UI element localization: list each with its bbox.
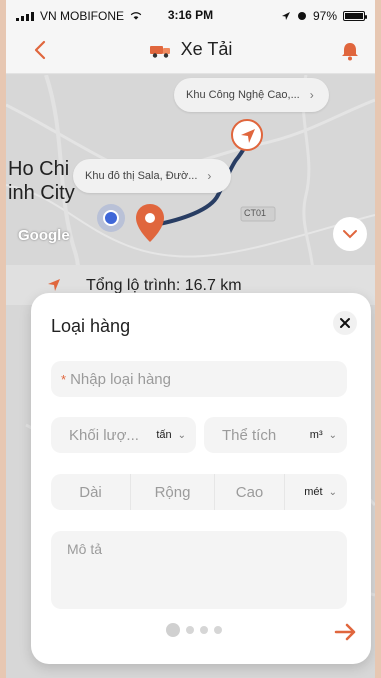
- road-label: CT01: [244, 208, 267, 218]
- next-button[interactable]: [333, 619, 359, 645]
- chevron-down-icon: ⌄: [328, 486, 337, 498]
- pagination-dots: [166, 623, 222, 637]
- length-input[interactable]: Dài: [51, 474, 131, 510]
- header: Xe Tải: [6, 28, 375, 74]
- status-right: 97%: [281, 9, 367, 23]
- dimensions-row: Dài Rộng Cao mét ⌄: [51, 474, 347, 510]
- chevron-right-icon: ›: [309, 88, 314, 102]
- height-placeholder: Cao: [235, 483, 264, 501]
- chevron-down-icon: [343, 230, 357, 239]
- width-placeholder: Rộng: [154, 483, 191, 501]
- chevron-down-icon: ⌄: [177, 429, 186, 441]
- pagination-dot: [200, 626, 208, 634]
- weight-placeholder: Khối lượ...: [69, 426, 139, 444]
- map-city-line-2: inh City: [8, 182, 75, 204]
- weight-unit-select[interactable]: tấn ⌄: [156, 429, 186, 441]
- battery-icon: [343, 11, 367, 21]
- truck-icon: [149, 45, 170, 58]
- google-logo: Google: [18, 227, 70, 244]
- cargo-type-input[interactable]: * Nhập loại hàng: [51, 361, 347, 397]
- pagination-dot: [186, 626, 194, 634]
- volume-input[interactable]: Thể tích m³ ⌄: [204, 417, 347, 453]
- volume-unit-label: m³: [309, 429, 323, 441]
- weight-unit-label: tấn: [156, 429, 172, 441]
- phone-screen: VN MOBIFONE 3:16 PM 97% Xe Tải Khu Công …: [6, 0, 375, 678]
- cargo-type-modal: Loại hàng * Nhập loại hàng Khối lượ... t…: [31, 293, 371, 664]
- navigation-arrow-icon: [241, 129, 255, 143]
- origin-callout-text: Khu đô thị Sala, Đườ...: [85, 170, 198, 182]
- location-icon: [281, 12, 290, 20]
- alarm-icon: [297, 12, 306, 20]
- chevron-right-icon: ›: [207, 169, 212, 183]
- destination-callout[interactable]: Khu Công Nghệ Cao,... ›: [174, 78, 329, 112]
- close-button[interactable]: [333, 311, 357, 335]
- length-placeholder: Dài: [79, 483, 102, 501]
- battery-percent: 97%: [312, 9, 337, 23]
- navigation-arrow-icon: [48, 279, 60, 291]
- weight-input[interactable]: Khối lượ... tấn ⌄: [51, 417, 196, 453]
- description-textarea[interactable]: Mô tả: [51, 531, 347, 609]
- height-input[interactable]: Cao: [215, 474, 285, 510]
- bell-icon[interactable]: [339, 40, 361, 62]
- required-star-icon: *: [61, 371, 67, 387]
- status-bar: VN MOBIFONE 3:16 PM 97%: [6, 0, 375, 28]
- volume-placeholder: Thể tích: [222, 426, 277, 444]
- destination-marker-icon: [231, 119, 263, 151]
- description-placeholder: Mô tả: [67, 541, 103, 557]
- width-input[interactable]: Rộng: [131, 474, 215, 510]
- current-location-icon: [103, 210, 119, 226]
- cargo-type-placeholder: Nhập loại hàng: [70, 370, 171, 388]
- pagination-dot: [214, 626, 222, 634]
- header-title-wrap: Xe Tải: [6, 39, 375, 60]
- page-title: Xe Tải: [180, 39, 233, 59]
- dimension-unit-label: mét: [304, 486, 323, 498]
- chevron-down-icon: ⌄: [328, 429, 337, 441]
- pagination-dot-active: [166, 623, 180, 637]
- origin-pin-icon: [136, 204, 164, 242]
- modal-title: Loại hàng: [51, 316, 131, 336]
- map-city-line-1: Ho Chi: [8, 158, 70, 180]
- dimension-unit-select[interactable]: mét ⌄: [304, 486, 337, 498]
- origin-callout[interactable]: Khu đô thị Sala, Đườ... ›: [73, 159, 231, 193]
- volume-unit-select[interactable]: m³ ⌄: [310, 429, 337, 441]
- collapse-button[interactable]: [333, 217, 367, 251]
- close-icon: [340, 318, 350, 328]
- destination-callout-text: Khu Công Nghệ Cao,...: [186, 89, 300, 101]
- map-city-label: Ho Chi inh City: [8, 157, 75, 205]
